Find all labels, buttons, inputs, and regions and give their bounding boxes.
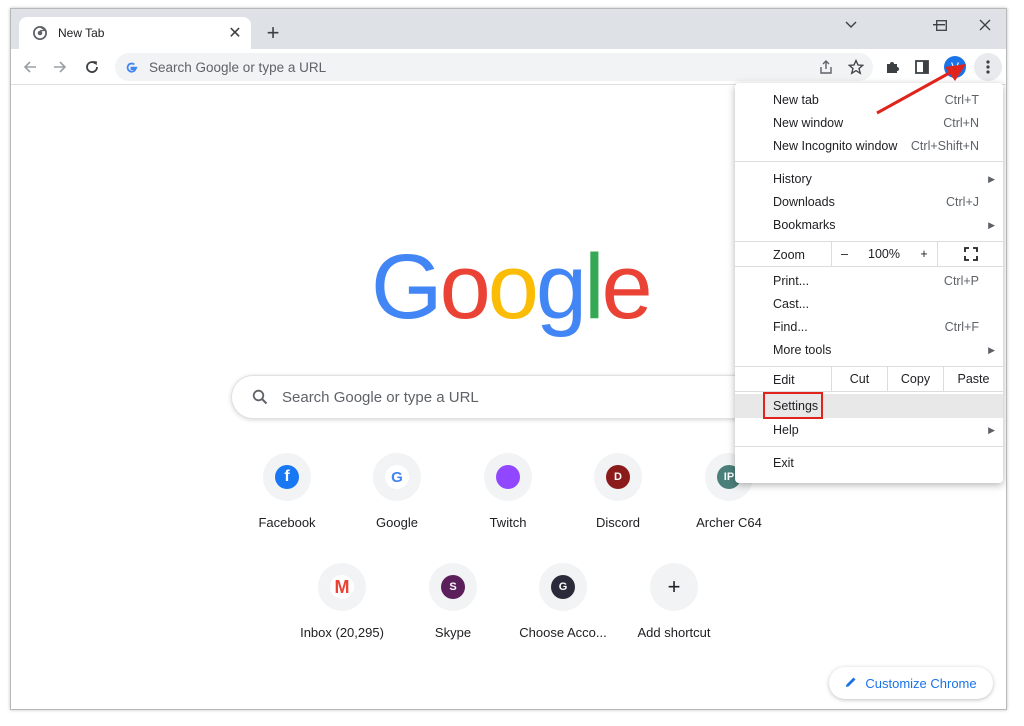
shortcut-label: Twitch [489,515,527,530]
browser-window: New Tab ✕ + Search Google or type a URL … [10,8,1007,710]
cut-button[interactable]: Cut [831,367,887,391]
zoom-level: 100% [868,247,900,261]
submenu-arrow-icon: ▶ [988,344,995,355]
omnibox[interactable]: Search Google or type a URL [115,53,873,81]
menu-separator [735,161,1003,162]
menu-zoom-row: Zoom – 100% + [735,241,1003,267]
shortcut-icon: G [373,453,421,501]
logo-letter: o [487,236,539,338]
bookmark-star-icon[interactable] [843,54,869,80]
shortcut-icon: D [594,453,642,501]
shortcut-label: Facebook [258,515,316,530]
menu-item-bookmarks[interactable]: Bookmarks ▶ [735,214,1003,236]
toolbar: Search Google or type a URL V [11,49,1006,85]
chrome-main-menu: New tab Ctrl+T New window Ctrl+N New Inc… [735,83,1003,483]
shortcut-icon: S [429,563,477,611]
tab-title: New Tab [58,26,105,40]
submenu-arrow-icon: ▶ [988,173,995,184]
menu-item-new-incognito-window[interactable]: New Incognito window Ctrl+Shift+N [735,135,1003,157]
menu-separator [735,446,1003,447]
shortcut-icon: + [650,563,698,611]
shortcut-icon: M [318,563,366,611]
shortcut-label: Choose Acco... [519,625,607,640]
submenu-arrow-icon: ▶ [988,424,995,435]
shortcut-label: Add shortcut [637,625,711,640]
submenu-arrow-icon: ▶ [988,219,995,230]
logo-letter: g [535,236,587,338]
paste-button[interactable]: Paste [943,367,1003,391]
menu-item-print[interactable]: Print... Ctrl+P [735,270,1003,292]
logo-letter: o [439,236,491,338]
menu-item-find[interactable]: Find... Ctrl+F [735,316,1003,338]
logo-letter: e [601,236,653,338]
shortcut-tile[interactable]: S Skype [397,563,509,663]
shortcut-label: Skype [434,625,472,640]
shortcut-tile[interactable]: D Discord [562,453,674,553]
menu-item-settings[interactable]: Settings [735,392,1003,419]
menu-edit-row: Edit Cut Copy Paste [735,366,1003,392]
close-tab-icon[interactable]: ✕ [225,23,245,43]
menu-item-history[interactable]: History ▶ [735,168,1003,190]
shortcut-label: Google [376,515,418,530]
omnibox-placeholder: Search Google or type a URL [149,59,327,75]
tab-strip: New Tab ✕ + [11,9,1006,49]
reload-icon[interactable] [79,54,105,80]
menu-item-cast[interactable]: Cast... [735,293,1003,315]
shortcut-label: Discord [595,515,641,530]
shortcut-label: Inbox (20,295) [300,625,384,640]
shortcut-icon: f [263,453,311,501]
shortcut-tile[interactable]: Twitch [452,453,564,553]
close-window-icon[interactable] [963,13,1006,37]
shortcut-label: Archer C64 [696,515,762,530]
forward-arrow-icon[interactable] [47,54,73,80]
tab-search-chevron-icon[interactable] [829,13,873,37]
customize-chrome-button[interactable]: Customize Chrome [829,667,993,699]
menu-item-downloads[interactable]: Downloads Ctrl+J [735,191,1003,213]
customize-chrome-label: Customize Chrome [865,675,977,691]
fullscreen-icon[interactable] [937,242,1003,266]
google-g-icon [123,59,139,75]
shortcut-tile[interactable]: M Inbox (20,295) [286,563,398,663]
search-placeholder: Search Google or type a URL [282,388,479,406]
search-box[interactable]: Search Google or type a URL [231,375,791,419]
annotation-highlight-box [763,392,823,419]
logo-letter: l [584,236,605,338]
menu-item-more-tools[interactable]: More tools ▶ [735,339,1003,361]
chrome-icon [32,25,48,41]
tab-new-tab[interactable]: New Tab ✕ [19,17,251,49]
share-icon[interactable] [813,54,839,80]
shortcut-icon [484,453,532,501]
shortcut-tile[interactable]: f Facebook [231,453,343,553]
copy-button[interactable]: Copy [887,367,943,391]
annotation-arrow-icon [876,64,966,115]
shortcut-tile[interactable]: G Google [341,453,453,553]
chrome-menu-kebab-icon[interactable] [974,53,1002,81]
search-icon [250,387,270,407]
zoom-out-button[interactable]: – [831,242,857,266]
back-arrow-icon[interactable] [17,54,43,80]
pencil-icon [845,676,857,691]
shortcut-tile[interactable]: + Add shortcut [618,563,730,663]
menu-item-help[interactable]: Help ▶ [735,419,1003,441]
zoom-in-button[interactable]: + [911,242,937,266]
menu-item-exit[interactable]: Exit [735,452,1003,474]
new-tab-button[interactable]: + [261,21,285,45]
logo-letter: G [371,236,443,338]
shortcut-icon: G [539,563,587,611]
maximize-icon[interactable] [919,13,963,37]
google-logo: Google [371,241,653,333]
shortcut-tile[interactable]: G Choose Acco... [507,563,619,663]
